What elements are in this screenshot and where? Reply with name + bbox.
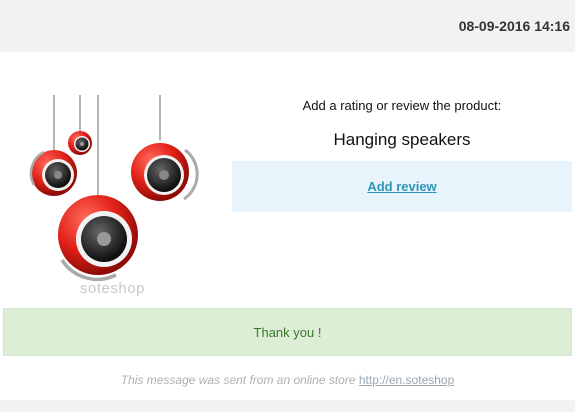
sent-datetime: 08-09-2016 14:16 xyxy=(458,18,570,34)
speaker-small-icon xyxy=(68,131,92,155)
footer-message: This message was sent from an online sto… xyxy=(0,373,575,387)
speaker-large-icon xyxy=(58,195,138,282)
email-header: 08-09-2016 14:16 xyxy=(0,0,575,52)
footer-text: This message was sent from an online sto… xyxy=(120,373,356,387)
store-link[interactable]: http://en.soteshop xyxy=(359,373,454,387)
product-name: Hanging speakers xyxy=(333,130,471,149)
add-review-link[interactable]: Add review xyxy=(232,179,572,194)
soteshop-watermark: soteshop xyxy=(80,280,145,297)
thank-you-banner: Thank you ! xyxy=(3,308,572,356)
speaker-right-icon xyxy=(131,143,199,201)
hanging-speakers-image xyxy=(29,95,199,282)
thank-you-text: Thank you ! xyxy=(253,325,322,340)
email-footer-bar xyxy=(0,400,575,412)
review-box: Add review xyxy=(232,161,572,212)
review-prompt: Add a rating or review the product: xyxy=(302,98,502,113)
product-image xyxy=(20,95,220,300)
speaker-left-icon xyxy=(29,150,77,196)
